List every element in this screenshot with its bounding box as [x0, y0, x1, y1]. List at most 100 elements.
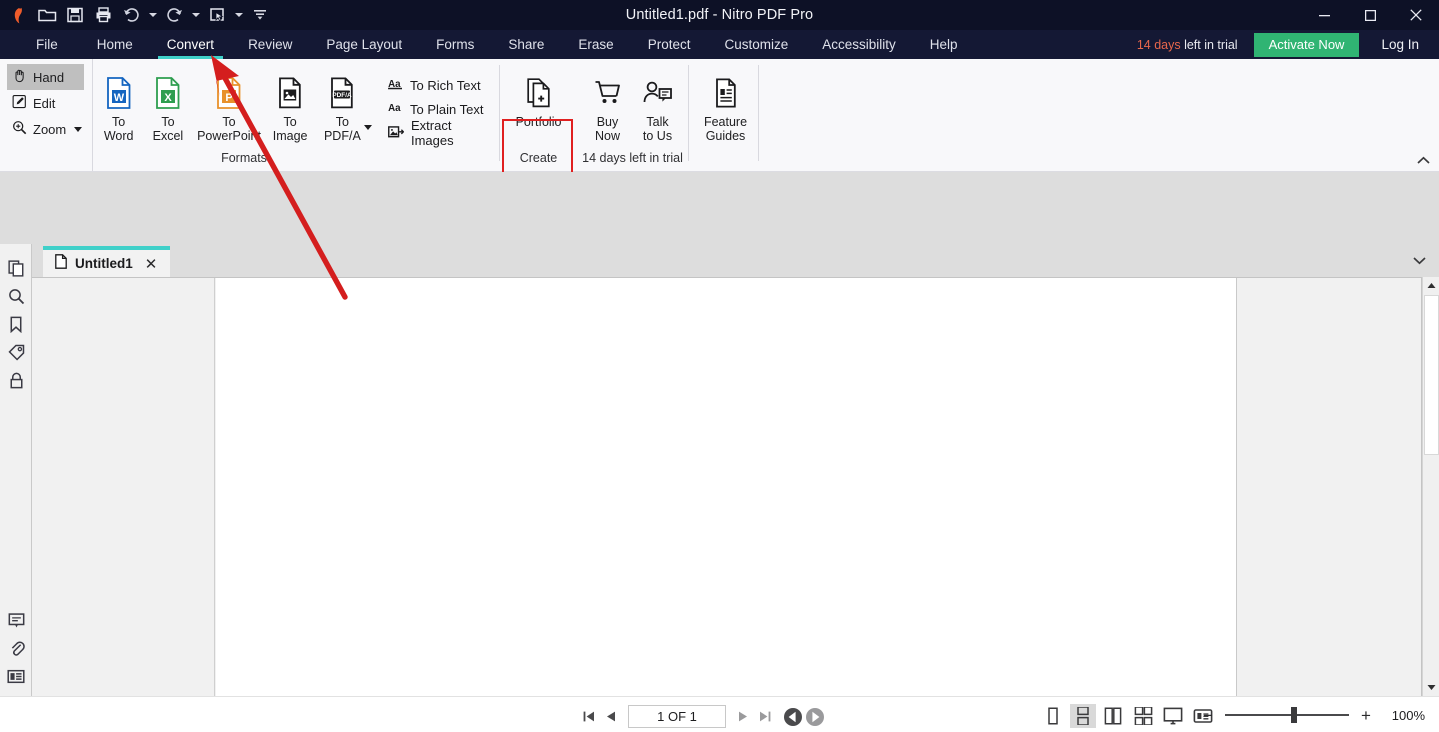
- maximize-button[interactable]: [1347, 0, 1393, 30]
- trial-days: 14 days: [1136, 37, 1181, 52]
- buy-now-button[interactable]: Buy Now: [583, 67, 633, 143]
- layers-panel-icon[interactable]: [0, 662, 32, 690]
- select-icon[interactable]: [204, 2, 230, 28]
- pages-panel-icon[interactable]: [0, 254, 32, 282]
- tab-accessibility[interactable]: Accessibility: [805, 30, 913, 59]
- chevron-down-icon[interactable]: [74, 126, 83, 132]
- group-separator: [688, 65, 689, 161]
- pdf-page[interactable]: [216, 278, 1237, 696]
- previous-page-button[interactable]: [600, 706, 622, 728]
- single-page-view-icon[interactable]: [1040, 704, 1066, 728]
- svg-text:P: P: [225, 92, 232, 104]
- tab-forms[interactable]: Forms: [419, 30, 491, 59]
- to-rich-text-button[interactable]: Aa To Rich Text: [384, 73, 500, 97]
- thumbnail-pane[interactable]: [32, 278, 215, 696]
- customize-qat-icon[interactable]: [247, 2, 273, 28]
- convert-to-word-label: To Word: [103, 115, 134, 143]
- convert-to-excel-button[interactable]: X To Excel: [143, 67, 192, 143]
- tool-hand[interactable]: Hand: [7, 64, 84, 90]
- tab-page-layout-label: Page Layout: [326, 37, 403, 52]
- feature-guides-label: Feature Guides: [703, 115, 748, 143]
- undo-icon[interactable]: [118, 2, 144, 28]
- zoom-in-button[interactable]: +: [1359, 707, 1373, 724]
- pdfa-chevron-down-icon[interactable]: [363, 125, 372, 130]
- tab-accessibility-label: Accessibility: [822, 37, 896, 52]
- tab-home[interactable]: Home: [80, 30, 150, 59]
- group-formats-label: Formats: [221, 151, 267, 165]
- nitro-logo-icon[interactable]: [6, 2, 32, 28]
- log-in-button[interactable]: Log In: [1359, 37, 1439, 52]
- word-file-icon: W: [106, 75, 132, 111]
- tab-customize[interactable]: Customize: [707, 30, 805, 59]
- open-icon[interactable]: [34, 2, 60, 28]
- convert-to-powerpoint-label: To PowerPoint: [197, 115, 261, 143]
- security-panel-icon[interactable]: [0, 366, 32, 394]
- page-view-area[interactable]: [216, 278, 1421, 696]
- bookmarks-panel-icon[interactable]: [0, 310, 32, 338]
- save-icon[interactable]: [62, 2, 88, 28]
- window-controls: [1301, 0, 1439, 30]
- feature-guides-button[interactable]: Feature Guides: [698, 67, 754, 143]
- tool-edit[interactable]: Edit: [7, 90, 84, 116]
- undo-dropdown-caret-icon[interactable]: [146, 2, 159, 28]
- extract-images-button[interactable]: Extract Images: [384, 118, 500, 148]
- convert-to-image-button[interactable]: To Image: [266, 67, 315, 143]
- group-separator: [758, 65, 759, 161]
- page-number-input[interactable]: 1 OF 1: [628, 705, 726, 728]
- last-page-button[interactable]: [754, 706, 776, 728]
- tab-review[interactable]: Review: [231, 30, 309, 59]
- tags-panel-icon[interactable]: [0, 338, 32, 366]
- continuous-facing-view-icon[interactable]: [1130, 704, 1156, 728]
- document-tab-list-caret-icon[interactable]: [1411, 252, 1427, 268]
- minimize-button[interactable]: [1301, 0, 1347, 30]
- tab-help-label: Help: [929, 37, 958, 52]
- tab-page-layout[interactable]: Page Layout: [309, 30, 419, 59]
- continuous-view-icon[interactable]: [1070, 704, 1096, 728]
- ribbon-content: Hand Edit Zoom W To Word X To Excel P To…: [0, 59, 1439, 230]
- convert-to-pdfa-button[interactable]: PDF/A To PDF/A: [315, 67, 370, 143]
- convert-to-pdfa-label: To PDF/A: [323, 115, 361, 143]
- close-button[interactable]: [1393, 0, 1439, 30]
- scroll-up-button[interactable]: [1423, 277, 1439, 294]
- trial-status-text: 14 days left in trial: [1137, 38, 1238, 52]
- document-tab-label: Untitled1: [75, 256, 133, 271]
- tab-erase[interactable]: Erase: [561, 30, 630, 59]
- fit-page-icon[interactable]: [1160, 704, 1186, 728]
- rich-text-icon: Aa: [388, 77, 403, 93]
- next-view-button[interactable]: [804, 706, 826, 728]
- next-page-button[interactable]: [732, 706, 754, 728]
- tab-share-label: Share: [508, 37, 545, 52]
- convert-to-powerpoint-button[interactable]: P To PowerPoint: [193, 67, 266, 143]
- attachments-panel-icon[interactable]: [0, 634, 32, 662]
- vertical-scrollbar-thumb[interactable]: [1424, 295, 1439, 455]
- facing-pages-view-icon[interactable]: [1100, 704, 1126, 728]
- to-plain-text-label: To Plain Text: [409, 101, 484, 117]
- zoom-slider-knob[interactable]: [1291, 707, 1297, 723]
- tab-share[interactable]: Share: [491, 30, 561, 59]
- tab-file[interactable]: File: [0, 30, 80, 59]
- document-tab-untitled1[interactable]: Untitled1 ✕: [43, 246, 170, 277]
- tab-help[interactable]: Help: [913, 30, 975, 59]
- previous-view-button[interactable]: [782, 706, 804, 728]
- close-icon[interactable]: ✕: [145, 255, 158, 273]
- document-pane: [32, 277, 1422, 696]
- first-page-button[interactable]: [578, 706, 600, 728]
- talk-to-us-button[interactable]: Talk to Us: [633, 67, 683, 143]
- select-dropdown-caret-icon[interactable]: [232, 2, 245, 28]
- convert-to-word-button[interactable]: W To Word: [94, 67, 143, 143]
- tab-protect[interactable]: Protect: [631, 30, 708, 59]
- activate-now-button[interactable]: Activate Now: [1253, 32, 1360, 57]
- comments-panel-icon[interactable]: [0, 606, 32, 634]
- zoom-slider[interactable]: [1225, 705, 1349, 725]
- scroll-down-button[interactable]: [1423, 679, 1439, 696]
- vertical-scrollbar[interactable]: [1422, 277, 1439, 696]
- print-icon[interactable]: [90, 2, 116, 28]
- tool-zoom[interactable]: Zoom: [7, 116, 84, 142]
- redo-dropdown-caret-icon[interactable]: [189, 2, 202, 28]
- portfolio-icon: [526, 75, 552, 111]
- search-panel-icon[interactable]: [0, 282, 32, 310]
- tab-convert[interactable]: Convert: [150, 30, 231, 59]
- collapse-ribbon-button[interactable]: [1413, 151, 1433, 169]
- redo-icon[interactable]: [161, 2, 187, 28]
- zoom-out-button[interactable]: −: [1201, 707, 1215, 724]
